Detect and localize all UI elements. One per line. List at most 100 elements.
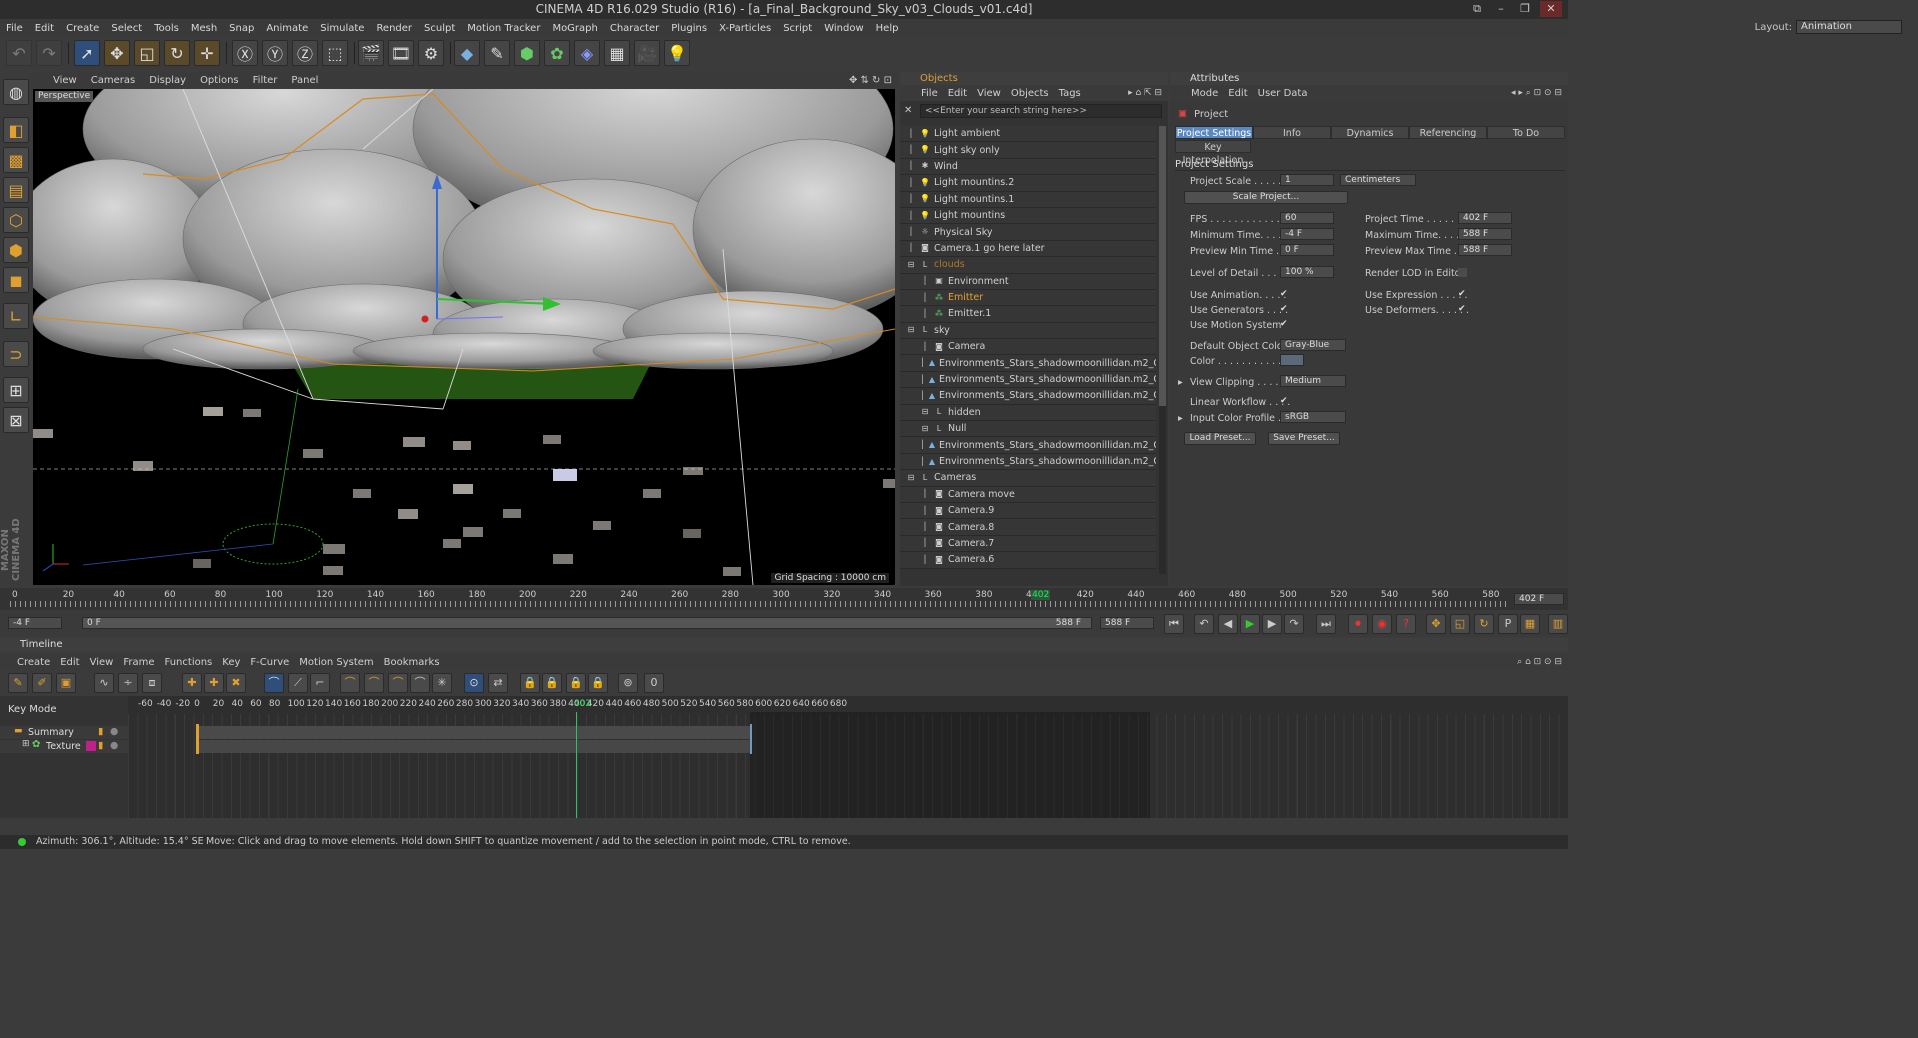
maximize-button[interactable]: ❐ — [1514, 1, 1536, 17]
expand-icon[interactable]: ⊞ — [22, 739, 30, 749]
range-start-field[interactable]: -4 F — [8, 617, 62, 629]
attributes-menu-mode[interactable]: Mode — [1186, 88, 1223, 99]
render-picture-viewer-icon[interactable]: 🎞 — [388, 40, 414, 66]
fps-field[interactable]: 60 — [1280, 212, 1334, 224]
tab-key-interpolation[interactable]: Key Interpolation — [1175, 140, 1251, 166]
y-axis-icon[interactable]: Ⓨ — [262, 40, 288, 66]
menu-mesh[interactable]: Mesh — [185, 23, 223, 34]
object-list-item[interactable]: ⊟ Lhidden — [900, 404, 1156, 422]
viewport-menu-options[interactable]: Options — [193, 75, 246, 86]
menu-simulate[interactable]: Simulate — [314, 23, 370, 34]
dope-sheet-icon[interactable]: ✎ — [8, 673, 28, 693]
menu-tools[interactable]: Tools — [148, 23, 185, 34]
object-list-item[interactable]: │ 💡 Light mountins.1 — [900, 191, 1156, 208]
go-to-start-icon[interactable]: ⏮ — [1164, 614, 1184, 634]
minimize-button[interactable]: – — [1490, 1, 1512, 17]
camera-icon[interactable]: 🎥 — [634, 40, 660, 66]
light-icon[interactable]: 💡 — [664, 40, 690, 66]
min-time-field[interactable]: -4 F — [1280, 228, 1334, 240]
attributes-menu-user-data[interactable]: User Data — [1253, 88, 1313, 99]
max-time-field[interactable]: 588 F — [1458, 228, 1512, 240]
lock-tangent-length-icon[interactable]: 🔒 — [588, 673, 608, 693]
subdivision-surface-icon[interactable]: ⬢ — [514, 40, 540, 66]
texture-mode-icon[interactable]: ▩ — [3, 147, 29, 173]
timeline-menu-edit[interactable]: Edit — [55, 657, 84, 668]
object-list-item[interactable]: ⊟ L Cameras — [900, 470, 1156, 487]
floor-icon[interactable]: ▦ — [604, 40, 630, 66]
ease-ease-icon[interactable]: ⌒ — [388, 673, 408, 693]
menu-mograph[interactable]: MoGraph — [546, 23, 603, 34]
viewport-menu-display[interactable]: Display — [142, 75, 193, 86]
keyframe-selection-icon[interactable]: ? — [1396, 614, 1416, 634]
expand-icon[interactable]: ⊟ — [920, 407, 930, 417]
break-tangent-icon[interactable]: ✳ — [432, 673, 452, 693]
f-curve-mode-icon[interactable]: ✐ — [32, 673, 52, 693]
viewport-menu-filter[interactable]: Filter — [246, 75, 285, 86]
current-frame-field[interactable]: 402 F — [1514, 593, 1564, 605]
use-motion-checkbox[interactable]: ✔ — [1280, 320, 1289, 329]
timeline-dope-sheet[interactable]: -60 -40 -20 0 20 40 60 80 100 120 140 160 180 200 220 2… — [128, 696, 1568, 818]
key-position-icon[interactable]: ✥ — [1426, 614, 1446, 634]
key-rotation-icon[interactable]: ↻ — [1474, 614, 1494, 634]
expand-icon[interactable]: ⊟ — [920, 424, 930, 434]
attributes-nav-icons[interactable]: ◂ ▸ ⌕ ⊡ ⊙ ⊟ — [1511, 88, 1568, 98]
track-solo-icon[interactable]: ● — [110, 726, 118, 737]
use-generators-checkbox[interactable]: ✔ — [1280, 305, 1289, 314]
workplane-snap-icon[interactable]: ⊠ — [3, 407, 29, 433]
lock-time-icon[interactable]: 🔒 — [520, 673, 540, 693]
spline-pen-icon[interactable]: ✎ — [484, 40, 510, 66]
timeline-menu-f-curve[interactable]: F-Curve — [245, 657, 294, 668]
object-list-item[interactable]: │ ⁂ Emitter.1 — [900, 306, 1156, 323]
objects-menu-view[interactable]: View — [972, 88, 1006, 99]
restore-icon[interactable]: ⧉ — [1466, 1, 1488, 17]
timeline-menu-frame[interactable]: Frame — [118, 657, 159, 668]
menu-character[interactable]: Character — [604, 23, 665, 34]
object-list-item[interactable]: ⊟ L Null — [900, 421, 1156, 438]
key-parameter-icon[interactable]: P — [1498, 614, 1518, 634]
live-selection-icon[interactable]: ➚ — [74, 40, 100, 66]
add-key-icon[interactable]: ✚ — [182, 673, 202, 693]
step-interp-icon[interactable]: ⌐ — [310, 673, 330, 693]
object-list-item[interactable]: │ ◙ Camera.9 — [900, 502, 1156, 520]
texture-track-range[interactable] — [196, 740, 750, 753]
polygons-mode-icon[interactable]: ◼ — [3, 267, 29, 293]
key-lock-icon[interactable]: ⊙ — [464, 673, 484, 693]
tab-dynamics[interactable]: Dynamics — [1331, 126, 1409, 139]
scheme-icon[interactable]: ▥ — [1548, 614, 1568, 634]
deformer-icon[interactable]: ◈ — [574, 40, 600, 66]
ruler-current-frame[interactable]: 402 — [1031, 590, 1051, 600]
expand-icon[interactable]: ⊟ — [906, 260, 916, 270]
summary-track-range[interactable] — [196, 726, 750, 739]
load-preset-button[interactable]: Load Preset... — [1184, 432, 1256, 445]
objects-menu-objects[interactable]: Objects — [1006, 88, 1054, 99]
menu-script[interactable]: Script — [777, 23, 818, 34]
menu-snap[interactable]: Snap — [223, 23, 260, 34]
object-list-item[interactable]: │ 💡 Light ambient — [900, 126, 1156, 143]
object-list-item[interactable]: ⊟ Lclouds — [900, 257, 1156, 274]
object-list-item[interactable]: │ ▲ Environments_Stars_shadowmoonillidan.m… — [900, 355, 1156, 372]
menu-select[interactable]: Select — [105, 23, 148, 34]
view-clipping-dropdown[interactable]: Medium — [1280, 375, 1346, 387]
object-list-item[interactable]: │ ⁂ Emitter — [900, 289, 1156, 307]
viewport-menu-cameras[interactable]: Cameras — [84, 75, 142, 86]
timeline-menu-key[interactable]: Key — [217, 657, 245, 668]
key-scale-icon[interactable]: ◱ — [1450, 614, 1470, 634]
add-keys-icon[interactable]: ✚ — [204, 673, 224, 693]
object-list-item[interactable]: │ ▲ Environments_Stars_shadowmoonillidan.m… — [900, 388, 1156, 405]
ease-in-icon[interactable]: ⌒ — [340, 673, 360, 693]
object-list-item[interactable]: │ 💡 Light mountins — [900, 207, 1156, 225]
object-list-item[interactable]: │ ◙ Camera.1 go here later — [900, 240, 1156, 258]
workplane-icon[interactable]: ▤ — [3, 177, 29, 203]
spline-interp-icon[interactable]: ⌒ — [264, 673, 284, 693]
preview-min-field[interactable]: 0 F — [1280, 244, 1334, 256]
tab-info[interactable]: Info — [1253, 126, 1331, 139]
object-list-item[interactable]: │ ◙ Camera.8 — [900, 519, 1156, 536]
timeline-menu-motion-system[interactable]: Motion System — [294, 657, 378, 668]
project-scale-unit-dropdown[interactable]: Centimeters — [1340, 174, 1416, 186]
redo-icon[interactable]: ↷ — [36, 40, 62, 66]
record-active-icon[interactable]: ⏺ — [1348, 614, 1368, 634]
object-list-item[interactable]: │ ◙ Camera.6 — [900, 552, 1156, 569]
objects-nav-icons[interactable]: ▸ ⌂ ⇱ ⊟ — [1128, 88, 1168, 98]
tab-project-settings[interactable]: Project Settings — [1175, 126, 1253, 139]
timeline-menu-functions[interactable]: Functions — [160, 657, 218, 668]
